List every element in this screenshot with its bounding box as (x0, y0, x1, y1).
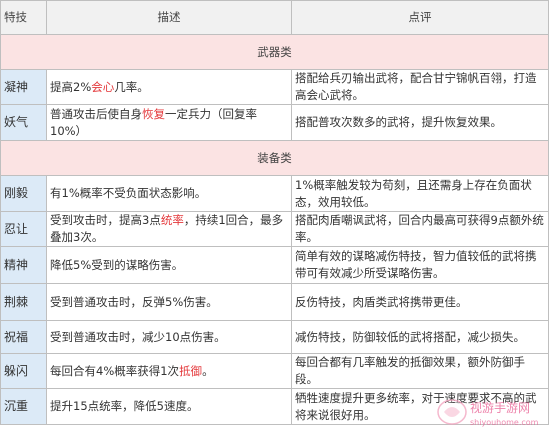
description-text: 提升15点统率，降低5速度。 (50, 399, 199, 413)
watermark-url: shiyouhome.com (470, 418, 539, 427)
skill-comment: 反伤特技，肉盾类武将携带更佳。 (291, 283, 549, 321)
table-row: 凝神 提高2%会心几率。 搭配给兵刃输出武将，配合甘宁锦帆百翎，打造高会心武将。 (0, 69, 549, 105)
table-row: 荆棘 受到普通攻击时，反弹5%伤害。 反伤特技，肉盾类武将携带更佳。 (0, 283, 549, 321)
highlight-text: 抵御 (179, 363, 203, 378)
section-title: 武器类 (0, 34, 549, 70)
skill-name: 荆棘 (0, 283, 47, 321)
description-text: 受到普通攻击时，减少10点伤害。 (50, 329, 226, 344)
skill-name: 凝神 (0, 69, 47, 105)
skill-description: 提升15点统率，降低5速度。 (46, 388, 292, 425)
watermark-logo: 视游手游网 shiyouhome.com (436, 396, 546, 430)
skill-name: 躲闪 (0, 353, 47, 389)
description-text: 降低5%受到的谋略伤害。 (50, 257, 184, 272)
header-description: 描述 (46, 0, 292, 35)
header-skill: 特技 (0, 0, 47, 35)
skill-comment: 搭配给兵刃输出武将，配合甘宁锦帆百翎，打造高会心武将。 (291, 69, 549, 105)
highlight-text: 统率 (160, 213, 184, 227)
skill-description: 每回合有4%概率获得1次抵御。 (46, 353, 292, 389)
description-text: 每回合有4%概率获得1次 (50, 363, 180, 378)
description-text: 普通攻击后使自身 (50, 106, 142, 121)
skill-description: 提高2%会心几率。 (46, 69, 292, 105)
description-text: 几率。 (114, 79, 149, 94)
skill-description: 有1%概率不受负面状态影响。 (46, 175, 292, 212)
section-row: 装备类 (0, 140, 549, 176)
table-row: 忍让 受到攻击时，提高3点统率，持续1回合，最多叠加3次。 搭配肉盾嘲讽武将，回合内… (0, 211, 549, 247)
skill-comment: 简单有效的谋略减伤特技，智力值较低的武将携带可有效减少所受谋略伤害。 (291, 246, 549, 284)
skill-description: 受到普通攻击时，减少10点伤害。 (46, 320, 292, 354)
skill-name: 精神 (0, 246, 47, 284)
watermark-name: 视游手游网 (470, 400, 530, 415)
skill-comment: 每回合都有几率触发的抵御效果，额外防御手段。 (291, 353, 549, 389)
skill-name: 祝福 (0, 320, 47, 354)
description-text: 。 (202, 363, 214, 378)
highlight-text: 恢复 (142, 106, 165, 121)
section-title: 装备类 (0, 140, 549, 176)
skills-table: 特技 描述 点评 武器类 凝神 提高2%会心几率。 搭配给兵刃输出武将，配合甘宁锦帆百… (0, 0, 549, 425)
skill-description: 普通攻击后使自身恢复一定兵力（回复率10%） (46, 104, 292, 141)
skill-comment: 搭配肉盾嘲讽武将，回合内最高可获得9点额外统率。 (291, 211, 549, 247)
skill-description: 受到攻击时，提高3点统率，持续1回合，最多叠加3次。 (46, 211, 292, 247)
skill-name: 沉重 (0, 388, 47, 425)
table-row: 刚毅 有1%概率不受负面状态影响。 1%概率触发较为苟刻，且还需身上存在负面状态，效… (0, 175, 549, 212)
skill-comment: 减伤特技，防御较低的武将搭配，减少损失。 (291, 320, 549, 354)
table-row: 躲闪 每回合有4%概率获得1次抵御。 每回合都有几率触发的抵御效果，额外防御手段。 (0, 353, 549, 389)
highlight-text: 会心 (91, 79, 115, 94)
description-text: 受到普通攻击时，反弹5%伤害。 (50, 294, 218, 309)
skill-name: 刚毅 (0, 175, 47, 212)
watermark-icon: 视游手游网 shiyouhome.com (437, 399, 539, 427)
header-comment: 点评 (291, 0, 549, 35)
table-row: 祝福 受到普通攻击时，减少10点伤害。 减伤特技，防御较低的武将搭配，减少损失。 (0, 320, 549, 354)
skill-comment: 1%概率触发较为苟刻，且还需身上存在负面状态，效用较低。 (291, 175, 549, 212)
description-text: 有1%概率不受负面状态影响。 (50, 186, 207, 200)
description-text: 提高2% (50, 79, 92, 94)
section-row: 武器类 (0, 34, 549, 70)
table-row: 妖气 普通攻击后使自身恢复一定兵力（回复率10%） 搭配普攻次数多的武将，提升恢复效… (0, 104, 549, 141)
skill-name: 妖气 (0, 104, 47, 141)
skill-description: 受到普通攻击时，反弹5%伤害。 (46, 283, 292, 321)
skill-description: 降低5%受到的谋略伤害。 (46, 246, 292, 284)
header-row: 特技 描述 点评 (0, 0, 549, 35)
table-row: 精神 降低5%受到的谋略伤害。 简单有效的谋略减伤特技，智力值较低的武将携带可有效减… (0, 246, 549, 284)
skill-comment: 搭配普攻次数多的武将，提升恢复效果。 (291, 104, 549, 141)
description-text: 受到攻击时，提高3点 (50, 213, 161, 227)
skill-name: 忍让 (0, 211, 47, 247)
table-body: 武器类 凝神 提高2%会心几率。 搭配给兵刃输出武将，配合甘宁锦帆百翎，打造高会心武将… (0, 34, 549, 425)
